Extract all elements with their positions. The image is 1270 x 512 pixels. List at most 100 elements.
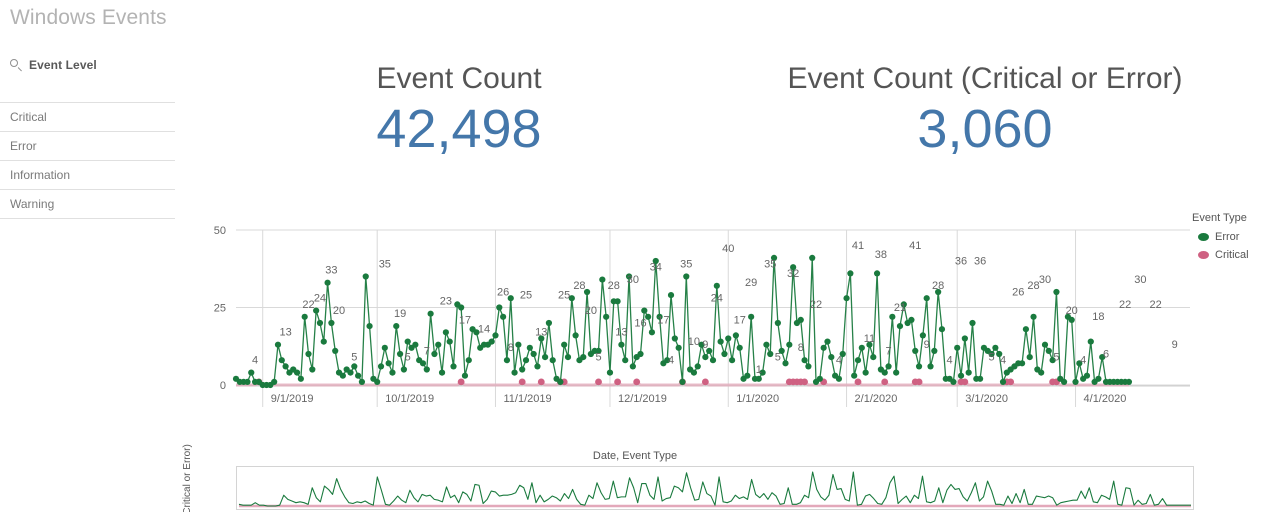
data-point-error[interactable]: [404, 338, 411, 345]
data-point-error[interactable]: [702, 354, 709, 361]
data-point-error[interactable]: [721, 350, 728, 358]
data-point-error[interactable]: [671, 335, 678, 342]
data-point-error[interactable]: [362, 273, 369, 280]
search-icon[interactable]: [10, 58, 23, 72]
data-point-error[interactable]: [282, 363, 289, 370]
data-point-error[interactable]: [427, 310, 434, 317]
data-point-error[interactable]: [774, 319, 781, 327]
data-point-error[interactable]: [805, 363, 812, 370]
data-point-error[interactable]: [496, 304, 503, 311]
data-point-error[interactable]: [782, 360, 789, 367]
data-point-error[interactable]: [309, 366, 316, 373]
data-point-error[interactable]: [400, 366, 407, 373]
data-point-error[interactable]: [1022, 326, 1030, 333]
data-point-error[interactable]: [641, 307, 648, 314]
data-point-error[interactable]: [755, 375, 762, 382]
data-point-error[interactable]: [423, 366, 430, 373]
data-point-error[interactable]: [580, 354, 587, 361]
data-point-error[interactable]: [725, 335, 732, 342]
data-point-error[interactable]: [549, 357, 556, 364]
data-point-error[interactable]: [862, 369, 869, 376]
data-point-error[interactable]: [709, 357, 717, 364]
data-point-error[interactable]: [748, 313, 755, 320]
data-point-error[interactable]: [293, 369, 301, 376]
data-point-error[interactable]: [667, 292, 675, 299]
data-point-error[interactable]: [965, 369, 972, 376]
data-point-error[interactable]: [931, 347, 938, 354]
data-point-error[interactable]: [1087, 338, 1094, 345]
data-point-error[interactable]: [786, 341, 793, 348]
data-point-error[interactable]: [1026, 354, 1033, 361]
data-point-error[interactable]: [274, 341, 282, 348]
data-point-error[interactable]: [316, 319, 324, 327]
data-point-error[interactable]: [332, 347, 339, 354]
data-point-error[interactable]: [622, 357, 629, 364]
data-point-error[interactable]: [377, 363, 385, 370]
data-point-error[interactable]: [351, 363, 358, 370]
data-point-error[interactable]: [767, 350, 774, 358]
data-point-error[interactable]: [396, 350, 404, 358]
data-point-error[interactable]: [843, 295, 850, 302]
data-point-error[interactable]: [893, 369, 900, 376]
data-point-error[interactable]: [919, 332, 926, 339]
data-point-error[interactable]: [728, 357, 736, 364]
data-point-error[interactable]: [717, 338, 724, 345]
data-point-error[interactable]: [1045, 347, 1052, 354]
data-point-critical[interactable]: [595, 378, 602, 386]
data-point-error[interactable]: [992, 344, 999, 351]
filter-item-information[interactable]: Information: [0, 161, 175, 190]
data-point-error[interactable]: [393, 323, 400, 330]
data-point-error[interactable]: [675, 344, 682, 351]
data-point-error[interactable]: [835, 375, 843, 382]
navigator-scrollbar[interactable]: [236, 466, 1194, 510]
data-point-error[interactable]: [435, 341, 442, 348]
data-point-error[interactable]: [557, 378, 564, 385]
data-point-critical[interactable]: [537, 378, 545, 386]
data-point-error[interactable]: [461, 372, 469, 379]
data-point-error[interactable]: [534, 363, 541, 370]
data-point-error[interactable]: [820, 344, 827, 351]
data-point-error[interactable]: [648, 329, 656, 336]
data-point-error[interactable]: [961, 335, 968, 342]
data-point-critical[interactable]: [701, 378, 709, 386]
data-point-error[interactable]: [324, 279, 331, 286]
data-point-error[interactable]: [629, 363, 636, 370]
data-point-critical[interactable]: [633, 378, 641, 386]
data-point-error[interactable]: [328, 319, 335, 327]
data-point-error[interactable]: [847, 270, 854, 277]
data-point-error[interactable]: [885, 363, 892, 370]
data-point-error[interactable]: [339, 372, 346, 379]
data-point-error[interactable]: [1068, 316, 1075, 323]
data-point-error[interactable]: [519, 366, 526, 373]
data-point-error[interactable]: [1072, 378, 1079, 385]
navigator-canvas[interactable]: [237, 467, 1193, 509]
data-point-error[interactable]: [912, 347, 919, 354]
data-point-error[interactable]: [561, 341, 568, 348]
data-point-error[interactable]: [419, 360, 427, 367]
data-point-error[interactable]: [797, 316, 804, 323]
data-point-error[interactable]: [564, 354, 572, 361]
data-point-error[interactable]: [923, 295, 930, 302]
data-point-error[interactable]: [530, 350, 537, 358]
data-point-error[interactable]: [503, 357, 511, 364]
data-point-error[interactable]: [1038, 369, 1045, 376]
data-point-error[interactable]: [679, 378, 686, 385]
data-point-error[interactable]: [492, 332, 499, 339]
data-point-error[interactable]: [977, 375, 984, 382]
data-point-error[interactable]: [515, 341, 522, 348]
data-point-error[interactable]: [614, 298, 621, 305]
filter-item-critical[interactable]: Critical: [0, 103, 175, 132]
data-point-error[interactable]: [873, 270, 881, 277]
data-point-error[interactable]: [1125, 378, 1133, 385]
data-point-error[interactable]: [347, 369, 354, 376]
data-point-error[interactable]: [305, 350, 312, 358]
data-point-error[interactable]: [446, 338, 453, 345]
data-point-error[interactable]: [465, 357, 472, 364]
data-point-critical[interactable]: [1007, 378, 1015, 386]
data-point-error[interactable]: [603, 313, 610, 320]
data-point-error[interactable]: [908, 316, 915, 323]
data-point-error[interactable]: [881, 369, 888, 376]
data-point-error[interactable]: [389, 369, 396, 376]
data-point-error[interactable]: [938, 326, 946, 333]
filter-item-error[interactable]: Error: [0, 132, 175, 161]
